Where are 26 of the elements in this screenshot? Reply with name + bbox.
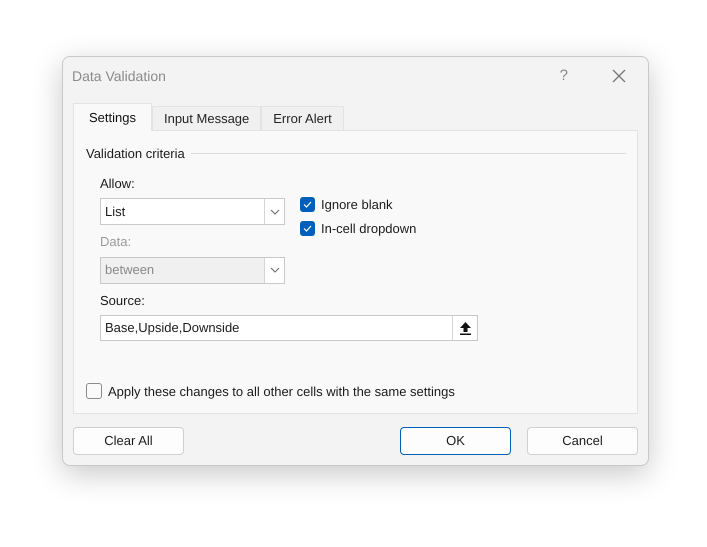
checkmark-icon xyxy=(303,225,312,232)
window-title: Data Validation xyxy=(72,66,167,86)
allow-dropdown[interactable]: List xyxy=(100,198,285,225)
checkbox-label: Ignore blank xyxy=(321,196,393,214)
checkbox-label: In-cell dropdown xyxy=(321,220,416,238)
close-icon[interactable] xyxy=(612,69,626,83)
dialog-button[interactable]: Cancel xyxy=(527,427,638,455)
group-title: Validation criteria xyxy=(86,145,185,163)
checkmark-icon xyxy=(303,200,312,208)
dialog-button[interactable]: OK xyxy=(400,427,511,455)
tab[interactable]: Input Message xyxy=(152,106,262,130)
checkbox[interactable] xyxy=(300,196,315,212)
data-label: Data: xyxy=(100,233,132,251)
dialog-button[interactable]: Clear All xyxy=(73,427,184,455)
chevron-down-icon xyxy=(270,208,280,214)
chevron-down-icon xyxy=(270,267,280,273)
checkbox-label: Apply these changes to all other cells with the same settings xyxy=(108,382,455,401)
tab[interactable]: Error Alert xyxy=(261,106,344,130)
tab[interactable]: Settings xyxy=(73,103,152,131)
source-value: Base,Upside,Downside xyxy=(104,319,240,338)
upload-arrow-icon xyxy=(460,322,470,334)
source-field[interactable]: Base,Upside,Downside xyxy=(100,315,478,341)
source-label: Source: xyxy=(100,292,146,310)
checkbox[interactable] xyxy=(86,383,102,400)
checkbox[interactable] xyxy=(300,221,315,236)
allow-label: Allow: xyxy=(100,174,136,192)
